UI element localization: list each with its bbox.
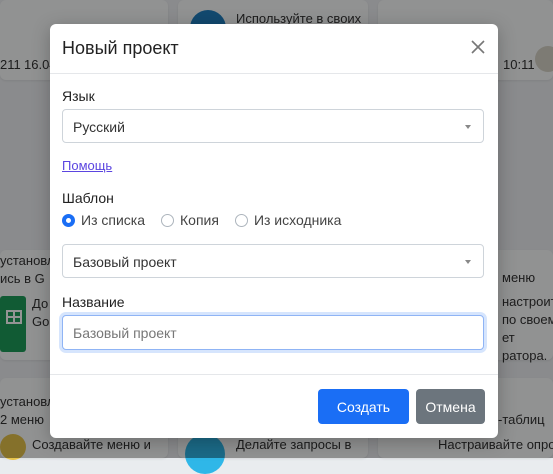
radio-label: Из исходника (253, 212, 342, 228)
template-label: Шаблон (62, 190, 114, 206)
template-radio-group: Из списка Копия Из исходника (62, 212, 357, 228)
radio-button-checked[interactable] (62, 213, 75, 227)
radio-button[interactable] (161, 213, 174, 227)
create-button[interactable]: Создать (318, 389, 409, 424)
radio-button[interactable] (234, 213, 248, 227)
radio-from-source[interactable]: Из исходника (234, 212, 342, 228)
chevron-down-icon (465, 260, 471, 264)
new-project-dialog: Новый проект Язык Русский Помощь Шаблон … (50, 24, 498, 438)
radio-label: Копия (180, 212, 219, 228)
cancel-button[interactable]: Отмена (416, 389, 485, 424)
template-select-value: Базовый проект (73, 254, 177, 270)
template-select[interactable]: Базовый проект (62, 244, 484, 278)
radio-copy[interactable]: Копия (161, 212, 219, 228)
dialog-header: Новый проект (50, 24, 498, 74)
close-icon[interactable] (470, 39, 486, 55)
help-link[interactable]: Помощь (62, 158, 112, 173)
dialog-title: Новый проект (62, 38, 179, 58)
name-label: Название (62, 294, 125, 310)
language-label: Язык (62, 88, 95, 104)
project-name-input[interactable] (62, 315, 484, 350)
divider (50, 374, 498, 375)
chevron-down-icon (465, 125, 471, 129)
radio-from-list[interactable]: Из списка (62, 212, 145, 228)
radio-label: Из списка (81, 212, 145, 228)
language-select[interactable]: Русский (62, 109, 484, 143)
language-select-value: Русский (73, 119, 125, 135)
